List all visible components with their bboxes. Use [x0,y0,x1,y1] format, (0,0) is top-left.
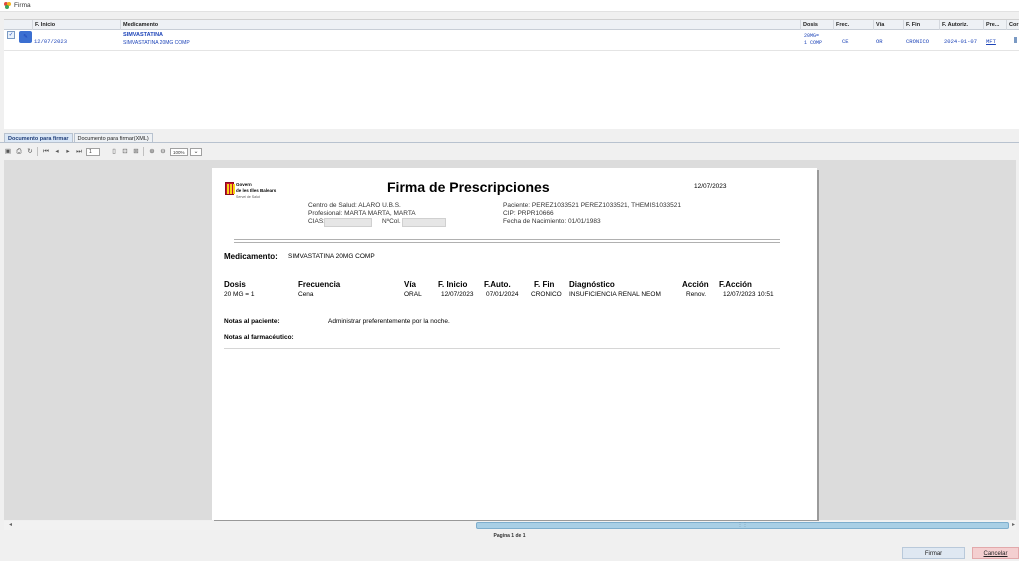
column-header-frec[interactable]: Frec. [833,20,873,30]
divider-line [234,242,780,243]
notas-paciente-label: Notas al paciente: [224,318,280,325]
column-header-autoriz[interactable]: F. Autoriz. [939,20,983,30]
header-via: Vía [404,280,417,289]
row-inicio: 12/07/2023 [34,38,68,45]
cip: CIP: PRPR10666 [503,210,554,217]
print-icon[interactable]: ⎙ [15,147,23,156]
single-page-icon[interactable]: ▯ [110,147,118,156]
grid-header: F. Inicio Medicamento Dosis Frec. Vía F.… [4,20,1019,30]
column-header-medicamento[interactable]: Medicamento [120,20,800,30]
next-page-icon[interactable]: ▸ [64,147,72,156]
ncol-redacted [402,218,446,227]
header-inicio: F. Inicio [438,280,468,289]
scroll-right-arrow-icon[interactable]: ▸ [1012,521,1015,530]
header-dosis: Dosis [224,280,246,289]
row-medicamento: SIMVASTATINA [123,32,164,38]
cias-redacted [324,218,372,227]
document-date: 12/07/2023 [694,183,727,190]
row-fin: CRONICO [906,38,930,45]
table-row[interactable]: ✓ ✎ 12/07/2023 SIMVASTATINA SIMVASTATINA… [4,31,1019,51]
row-medicamento-detalle: SIMVASTATINA 20MG COMP [123,40,190,46]
zoom-level-input[interactable]: 100% [170,147,188,156]
window-title: Firma [14,2,31,9]
first-page-icon[interactable]: ⏮ [42,147,50,156]
cancelar-button[interactable]: Cancelar [972,547,1019,559]
logo-line-1: Govern [236,182,252,187]
value-frecuencia: Cena [298,291,314,298]
fit-page-icon[interactable]: ⊡ [121,147,129,156]
tab-divider [0,142,1019,143]
centro-salud: Centro de Salud: ALARO U.B.S. [308,202,401,209]
document-title: Firma de Prescripciones [387,179,550,195]
header-accion: Acción [682,280,709,289]
column-header-fin[interactable]: F. Fin [903,20,939,30]
header-frecuencia: Frecuencia [298,280,341,289]
value-auto: 07/01/2024 [486,291,519,298]
scrollbar-thumb[interactable]: ⋮⋮ [476,522,1009,529]
horizontal-scrollbar[interactable]: ◂ ⋮⋮ ▸ [4,521,1016,530]
toolbar-separator [37,147,38,156]
notas-paciente-value: Administrar preferentemente por la noche… [328,318,450,325]
value-fin: CRONICO [531,291,562,298]
last-page-icon[interactable]: ⏭ [75,147,83,156]
row-via: OR [876,38,883,45]
header-auto: F.Auto. [484,280,511,289]
govern-logo-icon [225,182,235,195]
paciente: Paciente: PEREZ1033521 PEREZ1033521, THE… [503,202,682,209]
viewer-toolbar: ▣ ⎙ ↻ ⏮ ◂ ▸ ⏭ 1 ▯ ⊡ ⊞ ⊕ ⊖ 100% ⌄ [4,146,202,157]
title-bar: Firma [0,0,1019,12]
document-viewer: Govern de les Illes Balears Servei de Sa… [4,160,1016,520]
divider-line [234,239,780,240]
app-logo-icon [4,2,11,9]
ncol-label: NºCol. [382,218,401,225]
fecha-nacimiento: Fecha de Nacimiento: 01/01/1983 [503,218,601,225]
header-fin: F. Fin [534,280,555,289]
firmar-button[interactable]: Firmar [902,547,965,559]
logo-line-3: Servei de Salut [236,195,260,199]
value-diagnostico: INSUFICIENCIA RENAL NEOM [569,291,661,298]
value-via: ORAL [404,291,422,298]
prev-page-icon[interactable]: ◂ [53,147,61,156]
column-header-dosis[interactable]: Dosis [800,20,833,30]
column-header-inicio[interactable]: F. Inicio [32,20,120,30]
page-number-input[interactable]: 1 [86,147,100,156]
medicamento-label: Medicamento: [224,252,278,261]
save-icon[interactable]: ▣ [4,147,12,156]
row-autoriz: 2024-01-07 [944,38,978,45]
zoom-dropdown-chevron-down-icon[interactable]: ⌄ [190,147,202,156]
column-header-pre[interactable]: Pre... [983,20,1006,30]
profesional: Profesional: MARTA MARTA, MARTA [308,210,416,217]
logo-line-2: de les Illes Balears [236,188,277,193]
notes-divider-line [224,348,780,349]
value-inicio: 12/07/2023 [441,291,474,298]
prescriptions-grid: F. Inicio Medicamento Dosis Frec. Vía F.… [4,19,1019,129]
column-header-via[interactable]: Vía [873,20,903,30]
value-faccion: 12/07/2023 10:51 [723,291,774,298]
cias-label: CIAS: [308,218,325,225]
row-checkbox[interactable]: ✓ [7,31,15,39]
header-diagnostico: Diagnóstico [569,280,615,289]
header-faccion: F.Acción [719,280,752,289]
column-header-cor[interactable]: Cor [1006,20,1019,30]
value-dosis: 20 MG = 1 [224,291,255,298]
row-dosis-2: 1 COMP [804,40,823,46]
notas-farmaceutico-label: Notas al farmacéutico: [224,334,294,341]
medicamento-value: SIMVASTATINA 20MG COMP [288,253,375,260]
refresh-icon[interactable]: ↻ [26,147,34,156]
value-accion: Renov. [686,291,707,298]
fit-width-icon[interactable]: ⊞ [132,147,140,156]
document-page: Govern de les Illes Balears Servei de Sa… [212,168,817,520]
zoom-in-icon[interactable]: ⊕ [148,147,156,156]
edit-pen-icon[interactable]: ✎ [19,31,32,43]
page-info: Pagina 1 de 1 [493,533,526,539]
toolbar-separator [143,147,144,156]
row-dosis-1: 20MG= [804,33,820,39]
zoom-out-icon[interactable]: ⊖ [159,147,167,156]
row-frec: CE [842,38,849,45]
row-cor-indicator [1014,37,1017,43]
row-pre-link[interactable]: MFT [986,38,996,45]
scroll-left-arrow-icon[interactable]: ◂ [9,521,12,530]
